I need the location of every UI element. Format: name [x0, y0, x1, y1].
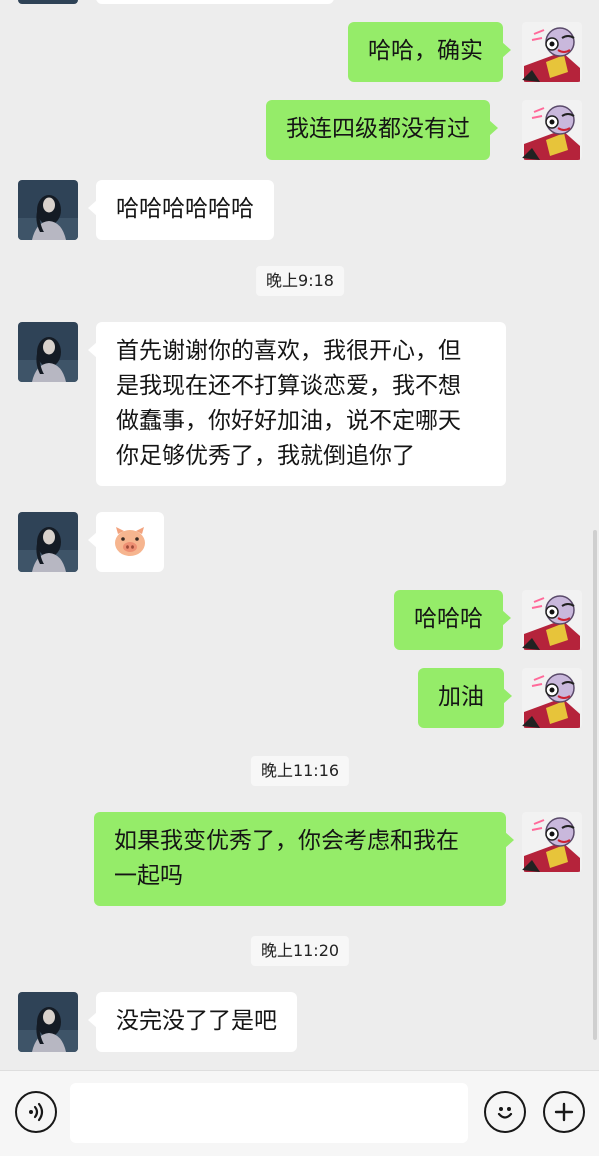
contact-avatar[interactable] — [18, 512, 78, 572]
message-text: 我连四级都没有过 — [286, 116, 470, 142]
girl-avatar-image — [18, 992, 78, 1052]
message-text: 加油 — [438, 684, 484, 710]
contact-avatar[interactable] — [18, 180, 78, 240]
cartoon-avatar-image — [522, 100, 582, 160]
girl-avatar-image — [18, 322, 78, 382]
message-line: 做蠢事，你好好加油，说不定哪天 — [116, 408, 461, 434]
emoji-icon — [497, 1107, 513, 1119]
timestamp: 晚上11:20 — [250, 936, 350, 966]
user-avatar[interactable] — [522, 590, 582, 650]
message-line: 如果我变优秀了，你会考虑和我在 — [114, 828, 459, 854]
cartoon-avatar-image — [522, 668, 582, 728]
message-incoming[interactable]: 首先谢谢你的喜欢，我很开心，但 是我现在还不打算谈恋爱，我不想 做蠢事，你好好加… — [88, 322, 506, 486]
message-outgoing[interactable]: 如果我变优秀了，你会考虑和我在 一起吗 — [94, 812, 514, 906]
scrollbar[interactable] — [593, 530, 597, 1040]
message-incoming[interactable]: 没完没了了是吧 — [88, 992, 297, 1052]
user-avatar[interactable] — [522, 100, 582, 160]
input-bar — [0, 1070, 599, 1156]
message-input[interactable] — [70, 1083, 468, 1143]
message-line: 你足够优秀了，我就倒追你了 — [116, 443, 415, 469]
contact-avatar[interactable] — [18, 992, 78, 1052]
timestamp: 晚上9:18 — [256, 266, 344, 296]
more-button[interactable] — [543, 1091, 585, 1133]
emoji-button[interactable] — [484, 1091, 526, 1133]
previous-bubble-partial — [96, 0, 334, 4]
contact-avatar[interactable] — [18, 322, 78, 382]
chat-area[interactable]: 哈哈，确实 我连四级都没有过 哈哈哈哈哈哈 晚上9:18 首先谢谢你的喜欢，我很… — [0, 0, 599, 1070]
message-outgoing[interactable]: 哈哈，确实 — [348, 22, 511, 82]
message-line: 一起吗 — [114, 863, 183, 889]
girl-avatar-image — [18, 512, 78, 572]
message-text: 没完没了了是吧 — [116, 1008, 277, 1034]
message-incoming-sticker[interactable] — [88, 512, 164, 572]
user-avatar[interactable] — [522, 812, 582, 872]
message-line: 首先谢谢你的喜欢，我很开心，但 — [116, 338, 461, 364]
message-text: 哈哈，确实 — [368, 38, 483, 64]
cartoon-avatar-image — [522, 22, 582, 82]
voice-button[interactable] — [15, 1091, 57, 1133]
message-text: 哈哈哈哈哈哈 — [116, 196, 254, 222]
plus-icon — [554, 1102, 574, 1122]
cartoon-avatar-image — [522, 590, 582, 650]
previous-avatar-partial — [18, 0, 78, 4]
girl-avatar-image — [18, 180, 78, 240]
message-incoming[interactable]: 哈哈哈哈哈哈 — [88, 180, 274, 240]
message-text: 哈哈哈 — [414, 606, 483, 632]
user-avatar[interactable] — [522, 668, 582, 728]
message-outgoing[interactable]: 哈哈哈 — [394, 590, 511, 650]
user-avatar[interactable] — [522, 22, 582, 82]
message-outgoing[interactable]: 我连四级都没有过 — [266, 100, 498, 160]
message-line: 是我现在还不打算谈恋爱，我不想 — [116, 373, 461, 399]
message-outgoing[interactable]: 加油 — [418, 668, 512, 728]
cartoon-avatar-image — [522, 812, 582, 872]
timestamp: 晚上11:16 — [250, 756, 350, 786]
pig-face-icon — [115, 527, 145, 556]
voice-icon — [29, 1102, 44, 1122]
